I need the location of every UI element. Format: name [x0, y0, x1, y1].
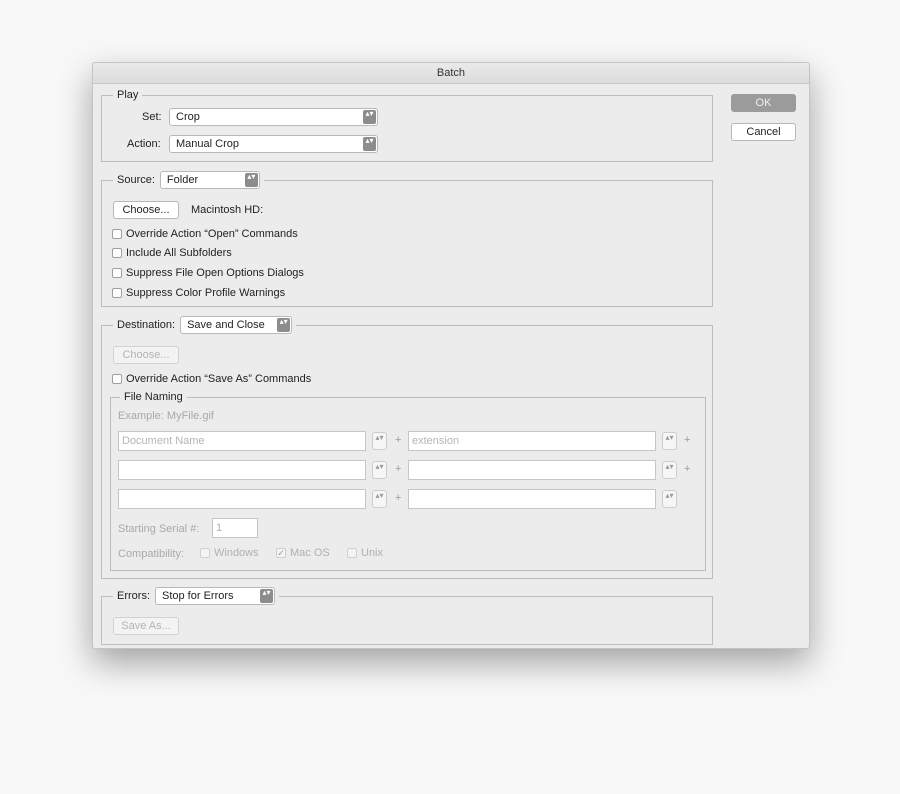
source-label: Source: [117, 174, 155, 186]
checkbox-box[interactable] [112, 268, 122, 278]
action-label: Action: [127, 138, 161, 150]
file-naming-field-2[interactable]: extension [408, 431, 656, 451]
set-select[interactable]: Crop ▴▾ [169, 108, 378, 126]
file-naming-legend: File Naming [120, 387, 187, 407]
suppress-open-options-checkbox[interactable]: Suppress File Open Options Dialogs [112, 267, 304, 279]
field-dropdown-arrows-icon[interactable]: ▴▾ [662, 432, 677, 450]
plus-sign: + [395, 463, 402, 475]
checkmark-icon[interactable]: ✓ [276, 548, 286, 558]
file-naming-legend-label: File Naming [124, 391, 183, 403]
override-open-label: Override Action “Open” Commands [126, 228, 298, 240]
play-legend: Play [113, 85, 143, 105]
override-save-as-checkbox[interactable]: Override Action “Save As” Commands [112, 373, 311, 385]
batch-dialog: Batch OK Cancel Play Set: Crop ▴▾ Action… [92, 62, 810, 649]
errors-select[interactable]: Stop for Errors ▴▾ [155, 587, 275, 605]
select-arrows-icon: ▴▾ [363, 137, 376, 151]
field-dropdown-arrows-icon[interactable]: ▴▾ [372, 461, 387, 479]
source-path: Macintosh HD: [191, 204, 264, 216]
play-legend-label: Play [117, 89, 139, 101]
destination-label: Destination: [117, 319, 176, 331]
plus-sign: + [395, 434, 402, 446]
errors-label: Errors: [117, 590, 150, 602]
compat-macos-checkbox[interactable]: ✓ Mac OS [276, 547, 330, 559]
select-arrows-icon: ▴▾ [277, 318, 291, 332]
source-legend: Source: Folder ▴▾ [113, 170, 264, 190]
compat-windows-label: Windows [214, 547, 259, 559]
errors-save-as-button[interactable]: Save As... [113, 617, 179, 635]
plus-sign: + [684, 463, 691, 475]
suppress-color-warnings-checkbox[interactable]: Suppress Color Profile Warnings [112, 287, 285, 299]
destination-legend: Destination: Save and Close ▴▾ [113, 315, 297, 335]
file-naming-field-6[interactable] [408, 489, 656, 509]
compat-unix-checkbox[interactable]: Unix [347, 547, 383, 559]
include-subfolders-checkbox[interactable]: Include All Subfolders [112, 247, 232, 259]
field-dropdown-arrows-icon[interactable]: ▴▾ [372, 432, 387, 450]
field-dropdown-arrows-icon[interactable]: ▴▾ [662, 490, 677, 508]
errors-select-value: Stop for Errors [162, 590, 234, 602]
dialog-title: Batch [93, 63, 809, 84]
errors-legend: Errors: Stop for Errors ▴▾ [113, 586, 279, 606]
starting-serial-input[interactable]: 1 [212, 518, 258, 538]
starting-serial-label: Starting Serial #: [118, 523, 200, 535]
select-arrows-icon: ▴▾ [260, 589, 273, 603]
suppress-open-options-label: Suppress File Open Options Dialogs [126, 267, 304, 279]
compat-macos-label: Mac OS [290, 547, 330, 559]
source-select-value: Folder [166, 174, 199, 186]
action-select[interactable]: Manual Crop ▴▾ [169, 135, 378, 153]
field-dropdown-arrows-icon[interactable]: ▴▾ [662, 461, 677, 479]
plus-sign: + [395, 492, 402, 504]
cancel-button[interactable]: Cancel [731, 123, 796, 141]
override-open-checkbox[interactable]: Override Action “Open” Commands [112, 228, 298, 240]
file-naming-field-4[interactable] [408, 460, 656, 480]
destination-choose-button[interactable]: Choose... [113, 346, 179, 364]
source-choose-button[interactable]: Choose... [113, 201, 179, 219]
checkbox-box[interactable] [112, 374, 122, 384]
file-naming-example: Example: MyFile.gif [118, 410, 214, 422]
compatibility-label: Compatibility: [118, 548, 185, 560]
plus-sign: + [684, 434, 691, 446]
checkbox-box[interactable] [200, 548, 210, 558]
select-arrows-icon: ▴▾ [363, 110, 376, 124]
destination-select[interactable]: Save and Close ▴▾ [180, 316, 293, 334]
action-select-value: Manual Crop [176, 138, 239, 150]
select-arrows-icon: ▴▾ [244, 173, 258, 187]
include-subfolders-label: Include All Subfolders [126, 247, 232, 259]
suppress-color-warnings-label: Suppress Color Profile Warnings [126, 287, 286, 299]
file-naming-group [110, 397, 706, 571]
checkbox-box[interactable] [112, 229, 122, 239]
set-select-value: Crop [176, 111, 200, 123]
compat-windows-checkbox[interactable]: Windows [200, 547, 259, 559]
field-dropdown-arrows-icon[interactable]: ▴▾ [372, 490, 387, 508]
file-naming-field-5[interactable] [118, 489, 366, 509]
override-save-as-label: Override Action “Save As” Commands [126, 373, 312, 385]
checkbox-box[interactable] [112, 248, 122, 258]
ok-button[interactable]: OK [731, 94, 796, 112]
file-naming-field-1[interactable]: Document Name [118, 431, 366, 451]
set-label: Set: [142, 111, 162, 123]
checkbox-box[interactable] [347, 548, 357, 558]
source-select[interactable]: Folder ▴▾ [159, 171, 260, 189]
destination-select-value: Save and Close [187, 319, 265, 331]
file-naming-field-3[interactable] [118, 460, 366, 480]
compat-unix-label: Unix [361, 547, 384, 559]
checkbox-box[interactable] [112, 288, 122, 298]
